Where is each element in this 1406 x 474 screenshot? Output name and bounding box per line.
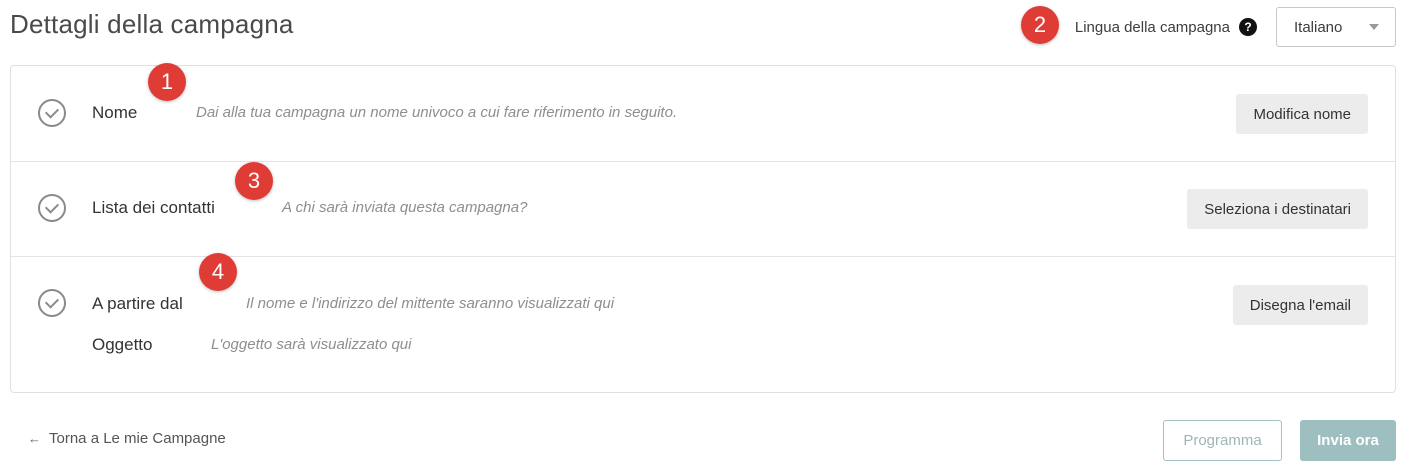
subject-description: L'oggetto sarà visualizzato qui [211, 336, 412, 353]
contact-list-label: Lista dei contatti [92, 198, 215, 217]
row-contact-list: Lista dei contatti A chi sarà inviata qu… [11, 162, 1395, 257]
step-badge-3: 3 [235, 162, 273, 200]
help-icon[interactable]: ? [1239, 18, 1257, 36]
campaign-language: Lingua della campagna ? Italiano [1075, 7, 1396, 47]
sender-description: Il nome e l'indirizzo del mittente saran… [246, 295, 615, 312]
page-title: Dettagli della campagna [10, 9, 294, 39]
step-badge-4: 4 [199, 253, 237, 291]
schedule-button[interactable]: Programma [1163, 420, 1282, 461]
select-recipients-button[interactable]: Seleziona i destinatari [1187, 189, 1368, 229]
campaign-details-panel: Nome Dai alla tua campagna un nome univo… [10, 65, 1396, 393]
contact-list-description: A chi sarà inviata questa campagna? [282, 199, 528, 216]
design-email-button[interactable]: Disegna l'email [1232, 285, 1368, 325]
language-select[interactable]: Italiano [1276, 7, 1396, 47]
sender-label: A partire dal [92, 294, 183, 313]
check-circle-icon [38, 289, 66, 317]
check-circle-icon [38, 99, 66, 127]
name-label: Nome [92, 103, 138, 122]
language-selected-value: Italiano [1294, 18, 1343, 36]
edit-name-button[interactable]: Modifica nome [1236, 94, 1368, 134]
check-circle-icon [38, 194, 66, 222]
subject-label: Oggetto [92, 335, 153, 354]
send-now-button[interactable]: Invia ora [1300, 420, 1396, 461]
language-label: Lingua della campagna [1074, 18, 1230, 36]
name-description: Dai alla tua campagna un nome univoco a … [196, 104, 678, 121]
step-badge-1: 1 [148, 63, 186, 101]
back-to-campaigns-link[interactable]: ← Torna a Le mie Campagne [28, 430, 226, 447]
chevron-down-icon [1369, 24, 1379, 30]
row-name: Nome Dai alla tua campagna un nome univo… [11, 66, 1395, 162]
step-badge-2: 2 [1021, 6, 1059, 44]
back-link-label: Torna a Le mie Campagne [49, 430, 226, 447]
arrow-left-icon: ← [28, 431, 41, 446]
